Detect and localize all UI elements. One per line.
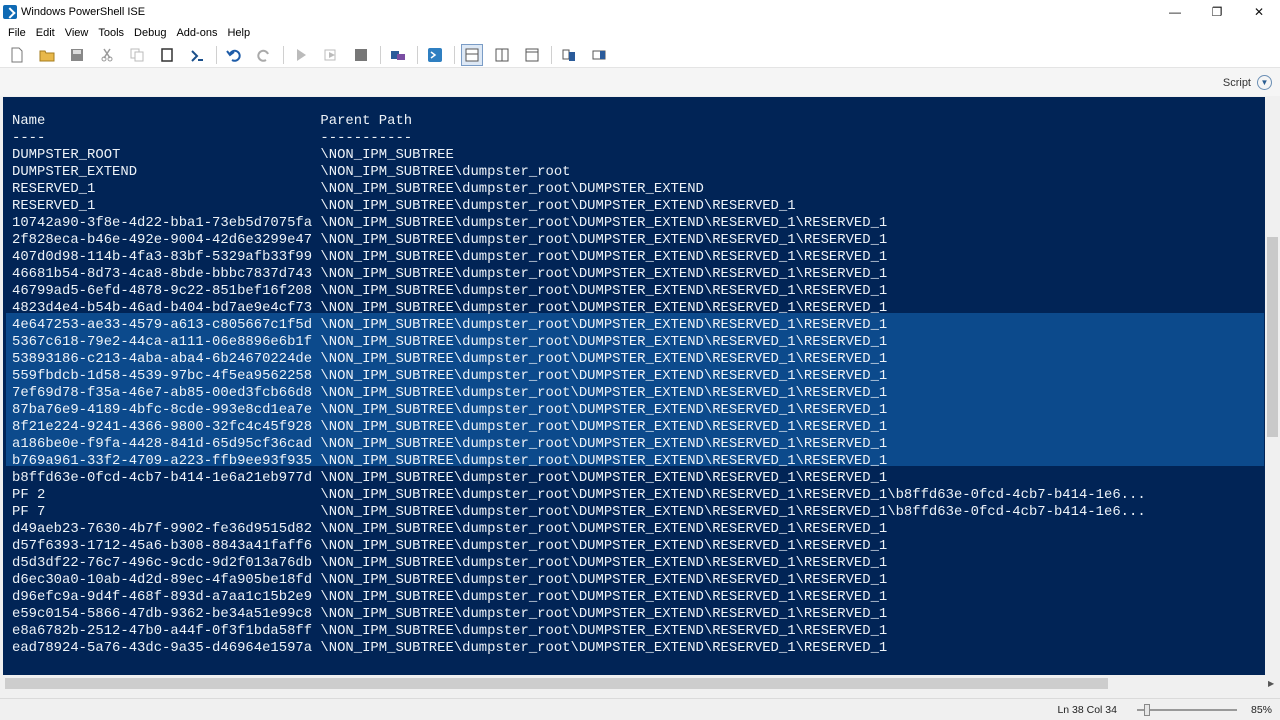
window-title: Windows PowerShell ISE: [21, 6, 146, 18]
zoom-slider-thumb[interactable]: [1143, 703, 1150, 716]
save-icon[interactable]: [66, 44, 88, 66]
console-row: d49aeb23-7630-4b7f-9902-fe36d9515d82 \NO…: [12, 521, 888, 537]
stop-icon[interactable]: [350, 44, 372, 66]
title-bar: Windows PowerShell ISE — ❐ ✕: [0, 0, 1280, 24]
console-row: 4823d4e4-b54b-46ad-b404-bd7ae9e4cf73 \NO…: [12, 300, 888, 316]
console-row: b8ffd63e-0fcd-4cb7-b414-1e6a21eb977d \NO…: [12, 470, 888, 486]
open-folder-icon[interactable]: [36, 44, 58, 66]
console-row: PF 7 \NON_IPM_SUBTREE\dumpster_root\DUMP…: [12, 504, 1146, 520]
command-addon-icon[interactable]: [588, 44, 610, 66]
cursor-position: Ln 38 Col 34: [1057, 703, 1117, 716]
script-tab-bar: Script ▼: [0, 68, 1280, 96]
run-script-icon[interactable]: [290, 44, 312, 66]
copy-icon[interactable]: [126, 44, 148, 66]
toolbar-separator: [216, 45, 217, 64]
console-row: d5d3df22-76c7-496c-9cdc-9d2f013a76db \NO…: [12, 555, 888, 571]
menu-edit[interactable]: Edit: [31, 27, 60, 39]
horizontal-scroll-thumb[interactable]: [5, 678, 1108, 689]
console-output: Name Parent Path ---- ----------- DUMPSTER…: [12, 113, 1146, 657]
show-script-pane-toggle[interactable]: Script ▼: [1223, 75, 1272, 90]
chevron-down-icon: ▼: [1257, 75, 1272, 90]
redo-icon[interactable]: [253, 44, 275, 66]
run-selection-icon[interactable]: [320, 44, 342, 66]
show-commands-icon[interactable]: [558, 44, 580, 66]
toolbar: [0, 42, 1280, 68]
script-toggle-label: Script: [1222, 76, 1251, 89]
console-row: DUMPSTER_EXTEND \NON_IPM_SUBTREE\dumpste…: [12, 164, 571, 180]
menu-view[interactable]: View: [60, 27, 94, 39]
console-row: 10742a90-3f8e-4d22-bba1-73eb5d7075fa \NO…: [12, 215, 888, 231]
menu-tools[interactable]: Tools: [93, 27, 129, 39]
console-row: e59c0154-5866-47db-9362-be34a51e99c8 \NO…: [12, 606, 888, 622]
console-row: ead78924-5a76-43dc-9a35-d46964e1597a \NO…: [12, 640, 888, 656]
menu-file[interactable]: File: [3, 27, 31, 39]
scroll-right-icon[interactable]: ▶: [1268, 679, 1274, 688]
console-row: 7ef69d78-f35a-46e7-ab85-00ed3fcb66d8 \NO…: [12, 385, 888, 401]
powershell-ise-icon: [3, 5, 17, 19]
toolbar-separator: [283, 45, 284, 64]
console-row: PF 2 \NON_IPM_SUBTREE\dumpster_root\DUMP…: [12, 487, 1146, 503]
console-header-underline: ---- -----------: [12, 130, 413, 146]
console-row: 46799ad5-6efd-4878-9c22-851bef16f208 \NO…: [12, 283, 888, 299]
run-command-icon[interactable]: [186, 44, 208, 66]
clear-console-icon[interactable]: [156, 44, 178, 66]
restore-button[interactable]: ❐: [1196, 0, 1238, 24]
remote-tab-icon[interactable]: [387, 44, 409, 66]
console-row: d6ec30a0-10ab-4d2d-89ec-4fa905be18fd \NO…: [12, 572, 888, 588]
zoom-level: 85%: [1250, 703, 1272, 716]
vertical-scrollbar[interactable]: [1265, 97, 1280, 675]
console-row: RESERVED_1 \NON_IPM_SUBTREE\dumpster_roo…: [12, 181, 704, 197]
console-row: a186be0e-f9fa-4428-841d-65d95cf36cad \NO…: [12, 436, 888, 452]
horizontal-scrollbar[interactable]: ▶: [0, 675, 1280, 692]
console-header-row: Name Parent Path: [12, 113, 413, 129]
powershell-icon[interactable]: [424, 44, 446, 66]
console-row: 2f828eca-b46e-492e-9004-42d6e3299e47 \NO…: [12, 232, 888, 248]
menu-bar: File Edit View Tools Debug Add-ons Help: [0, 24, 1280, 42]
console-row: b769a961-33f2-4709-a223-ffb9ee93f935 \NO…: [12, 453, 888, 469]
console-row: e8a6782b-2512-47b0-a44f-0f3f1bda58ff \NO…: [12, 623, 888, 639]
close-button[interactable]: ✕: [1238, 0, 1280, 24]
zoom-slider[interactable]: [1136, 703, 1237, 716]
toolbar-separator: [380, 45, 381, 64]
console-row: 559fbdcb-1d58-4539-97bc-4f5ea9562258 \NO…: [12, 368, 888, 384]
toolbar-separator: [454, 45, 455, 64]
console-row: 87ba76e9-4189-4bfc-8cde-993e8cd1ea7e \NO…: [12, 402, 888, 418]
layout-right-icon[interactable]: [491, 44, 513, 66]
window-controls: — ❐ ✕: [1154, 0, 1280, 24]
console-row: 4e647253-ae33-4579-a613-c805667c1f5d \NO…: [12, 317, 888, 333]
minimize-button[interactable]: —: [1154, 0, 1196, 24]
console-row: DUMPSTER_ROOT \NON_IPM_SUBTREE: [12, 147, 454, 163]
console-row: d96efc9a-9d4f-468f-893d-a7aa1c15b2e9 \NO…: [12, 589, 888, 605]
console-row: 407d0d98-114b-4fa3-83bf-5329afb33f99 \NO…: [12, 249, 888, 265]
console-row: RESERVED_1 \NON_IPM_SUBTREE\dumpster_roo…: [12, 198, 796, 214]
console-row: 53893186-c213-4aba-aba4-6b24670224de \NO…: [12, 351, 888, 367]
menu-help[interactable]: Help: [222, 27, 255, 39]
layout-top-icon[interactable]: [461, 43, 483, 66]
cut-icon[interactable]: [96, 44, 118, 66]
menu-debug[interactable]: Debug: [129, 27, 171, 39]
vertical-scroll-thumb[interactable]: [1267, 237, 1278, 437]
toolbar-separator: [551, 45, 552, 64]
undo-icon[interactable]: [223, 44, 245, 66]
toolbar-separator: [417, 45, 418, 64]
console-row: 46681b54-8d73-4ca8-8bde-bbbc7837d743 \NO…: [12, 266, 888, 282]
console-row: 5367c618-79e2-44ca-a111-06e8896e6b1f \NO…: [12, 334, 888, 350]
new-file-icon[interactable]: [6, 44, 28, 66]
console-pane[interactable]: Name Parent Path ---- ----------- DUMPSTER…: [3, 97, 1265, 675]
menu-add-ons[interactable]: Add-ons: [171, 27, 222, 39]
console-row: d57f6393-1712-45a6-b308-8843a41faff6 \NO…: [12, 538, 888, 554]
status-bar: Ln 38 Col 34 85%: [0, 698, 1280, 720]
console-row: 8f21e224-9241-4366-9800-32fc4c45f928 \NO…: [12, 419, 888, 435]
layout-max-icon[interactable]: [521, 44, 543, 66]
